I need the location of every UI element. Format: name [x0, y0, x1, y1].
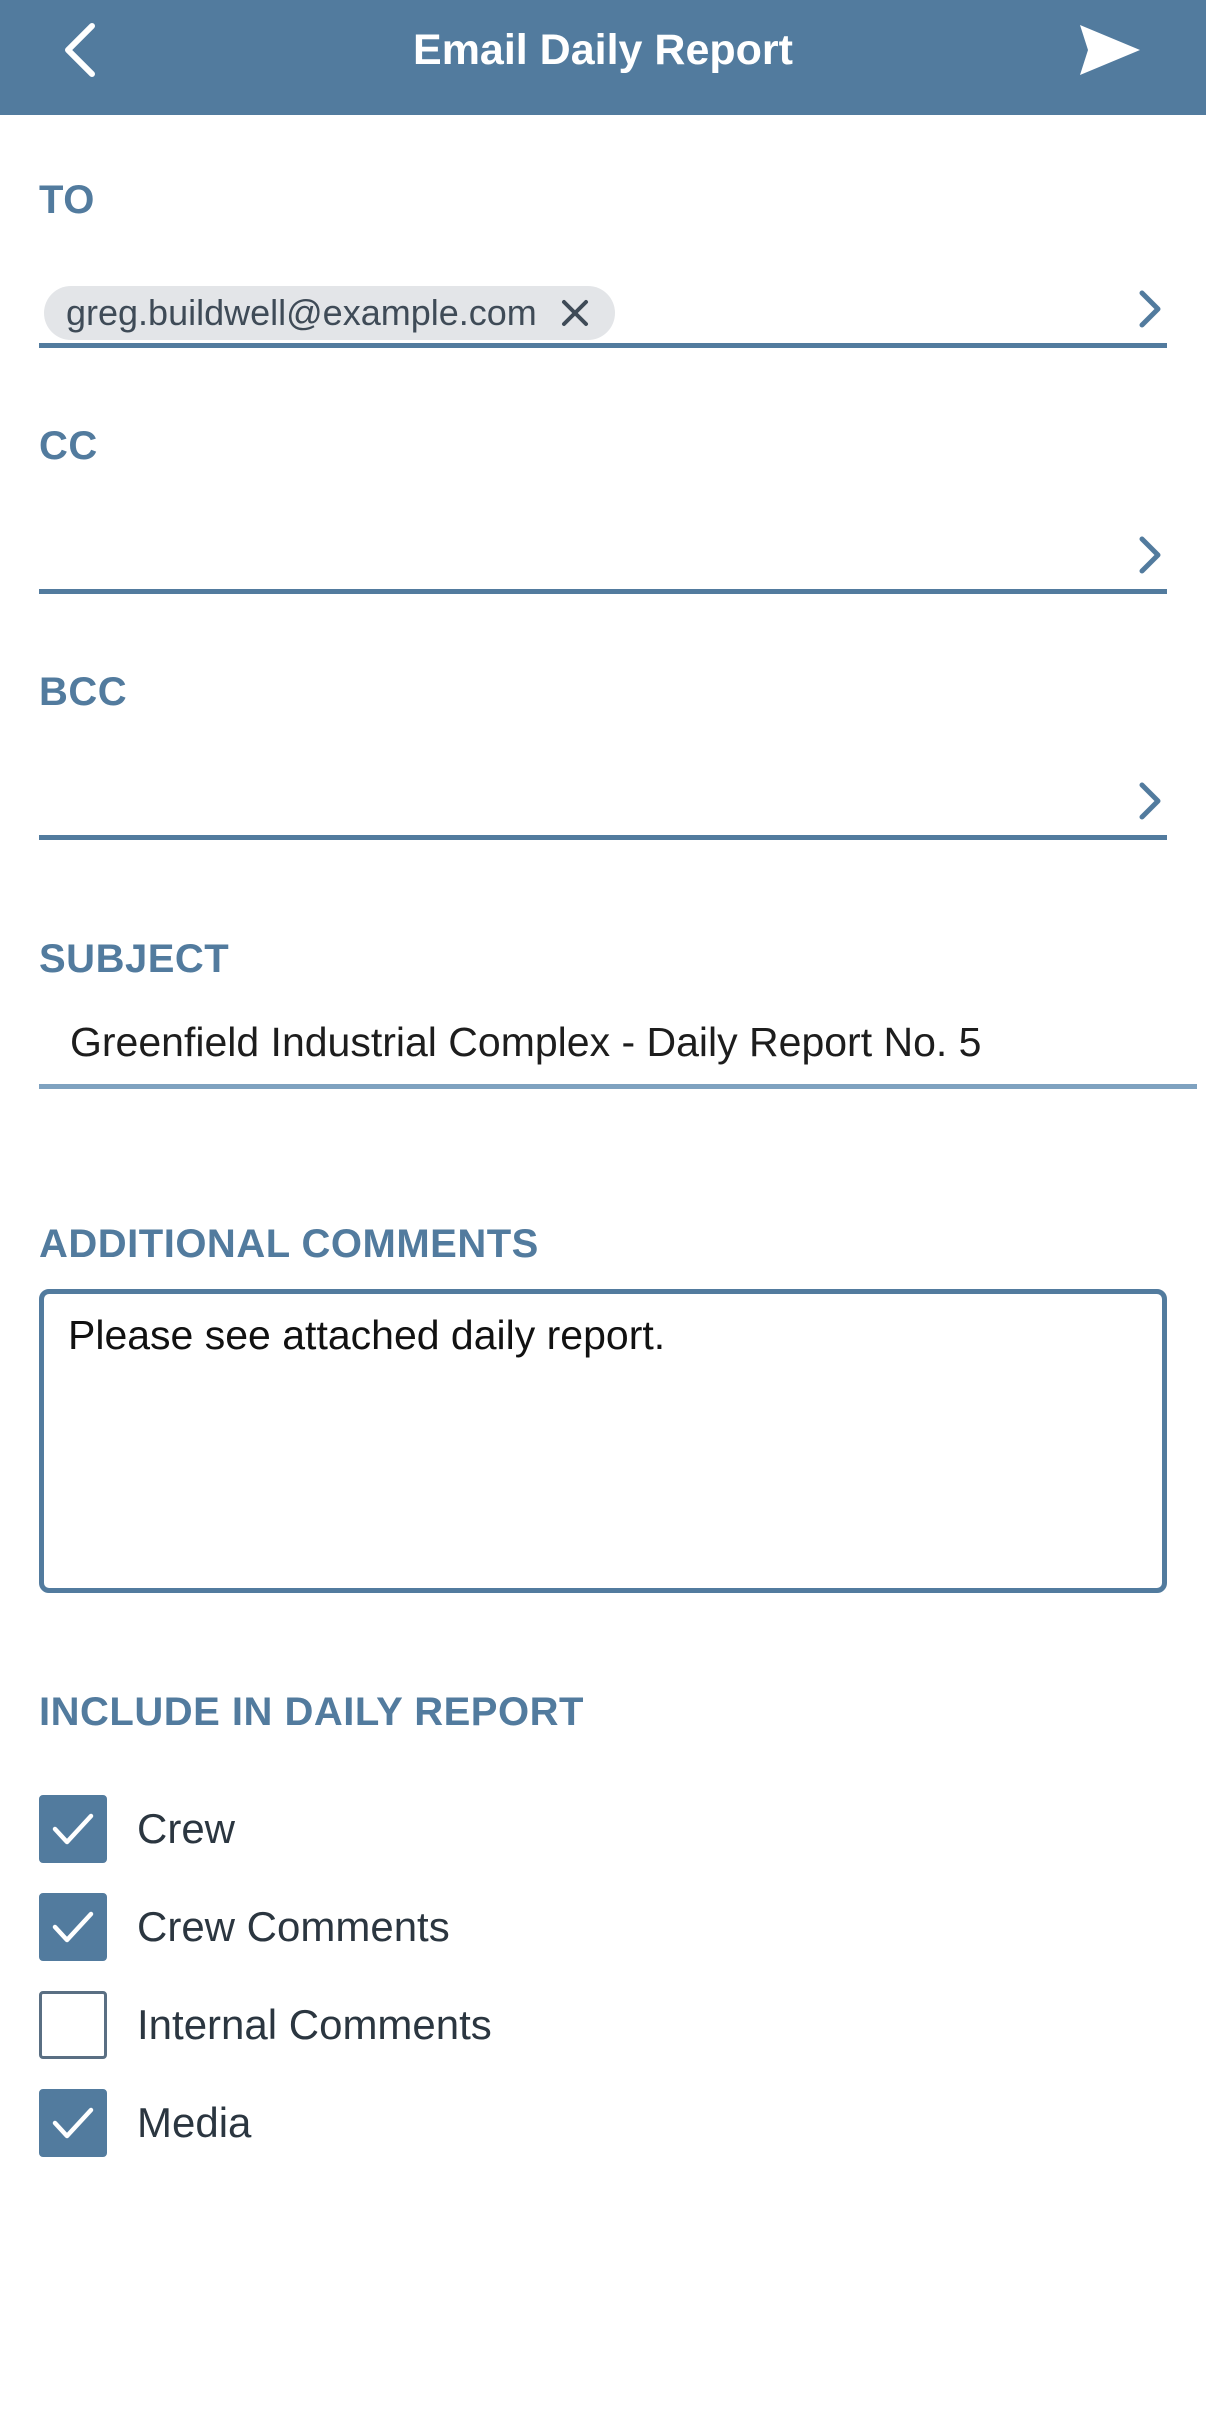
checkmark-icon: [52, 1813, 94, 1845]
checkmark-icon: [52, 2107, 94, 2139]
checkbox-label: Crew: [137, 1805, 236, 1852]
email-daily-report-screen: Email Daily Report TO greg.buildwell@exa…: [0, 0, 1206, 2436]
include-option-crew[interactable]: Crew: [39, 1795, 235, 1863]
to-label: TO: [39, 178, 95, 222]
checkmark-icon: [52, 1911, 94, 1943]
chevron-right-icon: [1139, 290, 1161, 328]
remove-recipient-button[interactable]: [559, 297, 591, 329]
subject-input[interactable]: [39, 1000, 1197, 1089]
checkbox-label: Internal Comments: [137, 2001, 492, 2048]
chevron-right-icon: [1139, 536, 1161, 574]
checkbox[interactable]: [39, 1893, 107, 1961]
chevron-right-icon: [1139, 782, 1161, 820]
checkbox[interactable]: [39, 2089, 107, 2157]
checkbox[interactable]: [39, 1991, 107, 2059]
include-option-media[interactable]: Media: [39, 2089, 251, 2157]
bcc-field[interactable]: [39, 751, 1167, 840]
cc-field[interactable]: [39, 505, 1167, 594]
comments-label: ADDITIONAL COMMENTS: [39, 1222, 539, 1266]
send-button[interactable]: [1075, 18, 1145, 82]
back-button[interactable]: [50, 20, 110, 80]
cc-label: CC: [39, 424, 98, 468]
include-option-internal-comments[interactable]: Internal Comments: [39, 1991, 492, 2059]
subject-label: SUBJECT: [39, 937, 230, 981]
navigation-bar: Email Daily Report: [0, 0, 1206, 115]
chevron-left-icon: [65, 23, 95, 77]
include-option-crew-comments[interactable]: Crew Comments: [39, 1893, 450, 1961]
checkbox-label: Crew Comments: [137, 1903, 450, 1950]
checkbox-label: Media: [137, 2099, 252, 2146]
close-icon: [561, 300, 588, 326]
comments-textarea[interactable]: Please see attached daily report.: [39, 1289, 1167, 1593]
recipient-chip[interactable]: greg.buildwell@example.com: [44, 286, 615, 340]
to-field[interactable]: greg.buildwell@example.com: [39, 259, 1167, 348]
page-title: Email Daily Report: [413, 26, 793, 74]
include-label: INCLUDE IN DAILY REPORT: [39, 1690, 584, 1734]
bcc-label: BCC: [39, 670, 128, 714]
checkbox[interactable]: [39, 1795, 107, 1863]
send-icon: [1080, 25, 1140, 75]
recipient-email: greg.buildwell@example.com: [66, 292, 537, 333]
